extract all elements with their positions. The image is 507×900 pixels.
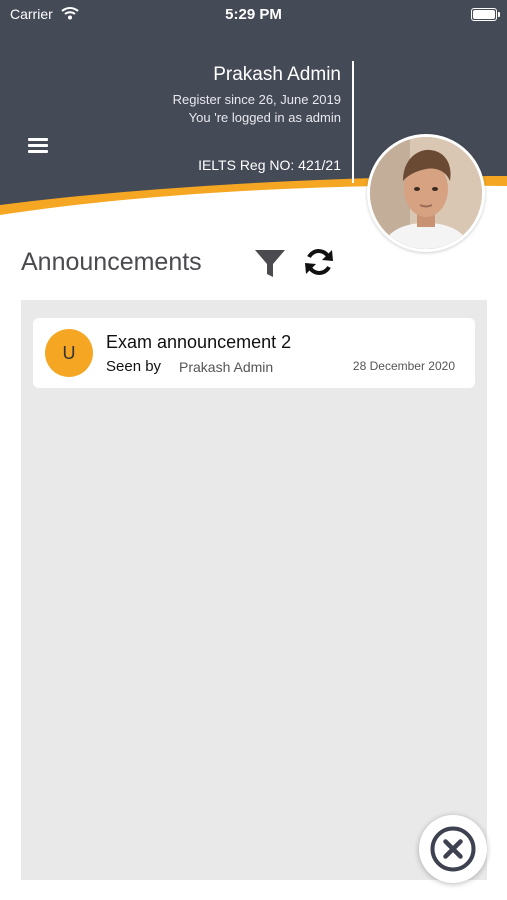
role-text: You 're logged in as admin [188, 110, 341, 125]
announcement-avatar: U [45, 329, 93, 377]
announcements-list: U Exam announcement 2 Seen by Prakash Ad… [21, 300, 487, 880]
status-bar: Carrier 5:29 PM [0, 0, 507, 28]
register-date: Register since 26, June 2019 [172, 92, 341, 107]
hamburger-menu-button[interactable] [28, 138, 50, 158]
announcements-toolbar: Announcements [21, 245, 491, 285]
status-time: 5:29 PM [225, 6, 282, 23]
announcement-card[interactable]: U Exam announcement 2 Seen by Prakash Ad… [33, 318, 475, 388]
hamburger-icon [28, 138, 48, 141]
user-name: Prakash Admin [213, 64, 341, 85]
battery-icon [471, 8, 500, 21]
seen-by-label: Seen by [106, 358, 162, 375]
header-divider [352, 61, 354, 183]
reg-number: IELTS Reg NO: 421/21 [198, 157, 341, 173]
seen-by-name: Prakash Admin [179, 359, 274, 375]
announcement-title: Exam announcement 2 [106, 332, 292, 352]
refresh-button[interactable] [302, 245, 336, 279]
page-title: Announcements [21, 248, 202, 276]
refresh-icon [305, 249, 333, 275]
user-info: Prakash Admin Register since 26, June 20… [173, 64, 341, 174]
filter-icon [255, 250, 285, 277]
close-button[interactable] [419, 815, 487, 883]
announcement-date: 28 December 2020 [352, 359, 455, 373]
filter-button[interactable] [254, 247, 286, 279]
avatar[interactable] [367, 134, 485, 252]
close-circle-icon [430, 826, 476, 872]
user-photo [370, 137, 482, 249]
